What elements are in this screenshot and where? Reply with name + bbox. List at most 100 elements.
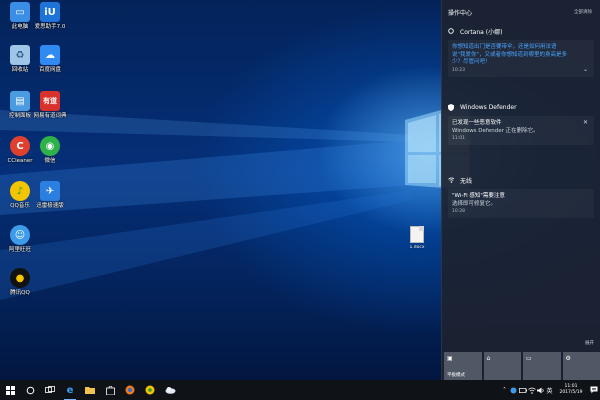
notification-title: "Wi-Fi 感知"需要注意 xyxy=(452,193,505,199)
cortana-button[interactable] xyxy=(20,380,40,400)
notification-group-header: Cortana (小娜) xyxy=(448,26,594,36)
notification-group-header: Windows Defender xyxy=(448,102,594,112)
notification-app-name: Cortana (小娜) xyxy=(460,28,503,36)
control-panel-icon: ▤ xyxy=(10,91,30,111)
thunder-icon: ✈ xyxy=(40,181,60,201)
chevron-down-icon[interactable]: ⌄ xyxy=(583,66,588,73)
battery-icon[interactable] xyxy=(518,380,527,400)
note-icon: ▭ xyxy=(526,355,532,362)
aliwangwang-icon: ☺ xyxy=(10,225,30,245)
folder-icon xyxy=(85,387,95,394)
taskbar-app-store[interactable] xyxy=(100,380,120,400)
desktop-icon-label: 迅雷极速版 xyxy=(36,203,64,209)
desktop-icon-label: 网易有道词典 xyxy=(33,113,67,119)
desktop-icon-label: 百度网盘 xyxy=(38,67,61,73)
edge-icon: e xyxy=(66,384,74,396)
shield-icon xyxy=(448,103,454,111)
notification-title: 已发现一些恶意软件 xyxy=(452,120,502,126)
desktop-icon-aliwangwang[interactable]: ☺ 阿里旺旺 xyxy=(2,225,38,265)
notification-body-line: Windows Defender 正在删除它。 xyxy=(452,127,539,134)
wechat-icon: ◉ xyxy=(40,136,60,156)
desktop-icon-label: 微信 xyxy=(44,158,56,164)
action-center-button[interactable] xyxy=(588,380,600,400)
notification-group-wireless: 无线 "Wi-Fi 感知"需要注意 选择即可修复它。 10:28 xyxy=(448,175,594,218)
expand-link[interactable]: 展开 xyxy=(585,340,594,346)
ccleaner-icon: C xyxy=(10,136,30,156)
notification-card-wireless[interactable]: "Wi-Fi 感知"需要注意 选择即可修复它。 10:28 xyxy=(448,189,594,218)
ime-indicator[interactable]: 英 xyxy=(545,380,554,400)
desktop-icon-label: QQ音乐 xyxy=(10,203,30,209)
recycle-bin-icon: ♻ xyxy=(10,45,30,65)
weather-icon xyxy=(165,387,175,394)
notification-app-name: 无线 xyxy=(460,177,473,185)
notification-body-line: 少？尽管问吧！ xyxy=(452,59,491,65)
notification-body-line: 选择即可修复它。 xyxy=(452,200,497,207)
notification-app-name: Windows Defender xyxy=(460,103,517,111)
settings-icon: ⚙ xyxy=(565,355,571,362)
taskbar: e ˄ 英 11:01 2017/5/19 xyxy=(0,380,600,400)
network-icon[interactable] xyxy=(527,380,536,400)
desktop-icon-tencent-qq[interactable]: ● 腾讯QQ xyxy=(2,268,38,308)
start-button[interactable] xyxy=(0,380,20,400)
task-view-button[interactable] xyxy=(40,380,60,400)
youdao-dict-icon: 有道 xyxy=(40,91,60,111)
volume-icon[interactable] xyxy=(536,380,545,400)
desktop-icon-label: 回收站 xyxy=(11,67,29,73)
quick-action-note[interactable]: ▭ xyxy=(523,352,561,380)
desktop-file-label: 1.docx xyxy=(409,245,425,250)
taskbar-app-edge[interactable]: e xyxy=(60,380,80,400)
aisi-assistant-icon: iU xyxy=(40,2,60,22)
taskbar-app-explorer[interactable] xyxy=(80,380,100,400)
notification-time: 11:01 xyxy=(452,136,465,141)
action-center-title: 操作中心 xyxy=(448,10,473,17)
quick-action-label: 平板模式 xyxy=(447,373,465,378)
notification-group-header: 无线 xyxy=(448,175,594,185)
desktop-icon-label: 腾讯QQ xyxy=(10,290,30,296)
document-file-icon xyxy=(410,226,424,243)
taskbar-app-weather[interactable] xyxy=(160,380,180,400)
store-icon xyxy=(105,385,115,395)
quick-action-tablet-mode[interactable]: ▣ 平板模式 xyxy=(444,352,482,380)
desktop-icon-aisi[interactable]: iU 爱思助手7.0 xyxy=(32,2,68,42)
action-center-panel: 操作中心 全部清除 Cortana (小娜) 你想知道出门是否要带伞，还是如何用… xyxy=(441,0,600,380)
notification-body-line: 说"我爱你"，又或者你想知道到哪里的身高是多 xyxy=(452,51,568,58)
quick-action-home[interactable]: ⌂ xyxy=(483,352,521,380)
notification-group-defender: Windows Defender 已发现一些恶意软件 Windows Defen… xyxy=(448,102,594,145)
windows-logo-icon xyxy=(5,385,15,395)
tray-app-icon[interactable] xyxy=(509,380,518,400)
computer-icon: ▭ xyxy=(10,2,30,22)
notification-icon xyxy=(590,386,598,394)
desktop-icon-baidu-netdisk[interactable]: ☁ 百度网盘 xyxy=(32,45,68,85)
taskbar-clock[interactable]: 11:01 2017/5/19 xyxy=(554,380,588,400)
desktop-icon-label: 控制面板 xyxy=(8,113,31,119)
quick-action-settings[interactable]: ⚙ xyxy=(562,352,600,380)
baidu-netdisk-icon: ☁ xyxy=(40,45,60,65)
browser-icon xyxy=(125,385,135,395)
notification-card-cortana[interactable]: 你想知道出门是否要带伞，还是如何用法语 说"我爱你"，又或者你想知道到哪里的身高… xyxy=(448,40,594,77)
notification-time: 10:28 xyxy=(452,209,465,214)
system-tray: ˄ 英 11:01 2017/5/19 xyxy=(500,380,600,400)
desktop-icon-thunder[interactable]: ✈ 迅雷极速版 xyxy=(32,181,68,221)
desktop-file[interactable]: 1.docx xyxy=(400,226,434,262)
quick-actions: ▣ 平板模式 ⌂ ▭ ⚙ xyxy=(444,352,600,380)
desktop-icon-label: CCleaner xyxy=(7,158,33,164)
wifi-icon xyxy=(448,177,454,183)
cortana-search-icon xyxy=(26,386,34,394)
qq-music-icon: ♪ xyxy=(10,181,30,201)
cortana-ring-icon xyxy=(448,28,454,34)
desktop-icon-label: 此电脑 xyxy=(11,24,29,30)
chevron-up-icon[interactable]: ˄ xyxy=(500,380,509,400)
music-icon xyxy=(145,385,155,395)
tencent-qq-icon: ● xyxy=(10,268,30,288)
desktop-icon-label: 爱思助手7.0 xyxy=(34,24,66,30)
task-view-icon xyxy=(45,386,55,393)
notification-card-defender[interactable]: 已发现一些恶意软件 Windows Defender 正在删除它。 11:01 … xyxy=(448,116,594,145)
desktop-icon-wechat[interactable]: ◉ 微信 xyxy=(32,136,68,176)
close-icon[interactable]: ✕ xyxy=(583,119,588,126)
taskbar-app-browser[interactable] xyxy=(120,380,140,400)
notification-time: 10:23 xyxy=(452,67,465,73)
clear-all-link[interactable]: 全部清除 xyxy=(574,9,592,15)
taskbar-app-music[interactable] xyxy=(140,380,160,400)
desktop-icon-youdao[interactable]: 有道 网易有道词典 xyxy=(32,91,68,131)
clock-date: 2017/5/19 xyxy=(559,390,583,395)
